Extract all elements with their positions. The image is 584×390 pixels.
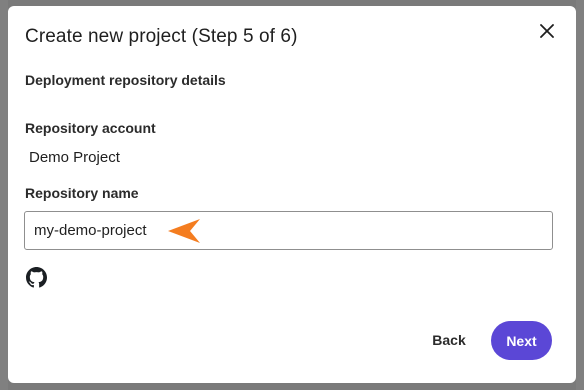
backdrop-left (0, 0, 8, 390)
next-button[interactable]: Next (491, 321, 552, 360)
repository-account-label: Repository account (25, 120, 156, 136)
dialog-title: Create new project (Step 5 of 6) (25, 26, 298, 47)
repository-name-label: Repository name (25, 185, 139, 201)
backdrop-right (576, 0, 584, 390)
close-icon (540, 24, 554, 38)
repository-name-input[interactable] (24, 211, 553, 250)
section-heading: Deployment repository details (25, 72, 226, 88)
pointer-arrow-icon (168, 219, 200, 243)
repository-account-value: Demo Project (29, 149, 120, 166)
github-icon (26, 267, 47, 288)
back-button[interactable]: Back (419, 321, 479, 359)
close-button[interactable] (536, 20, 558, 42)
create-project-dialog: Create new project (Step 5 of 6) Deploym… (8, 6, 576, 383)
